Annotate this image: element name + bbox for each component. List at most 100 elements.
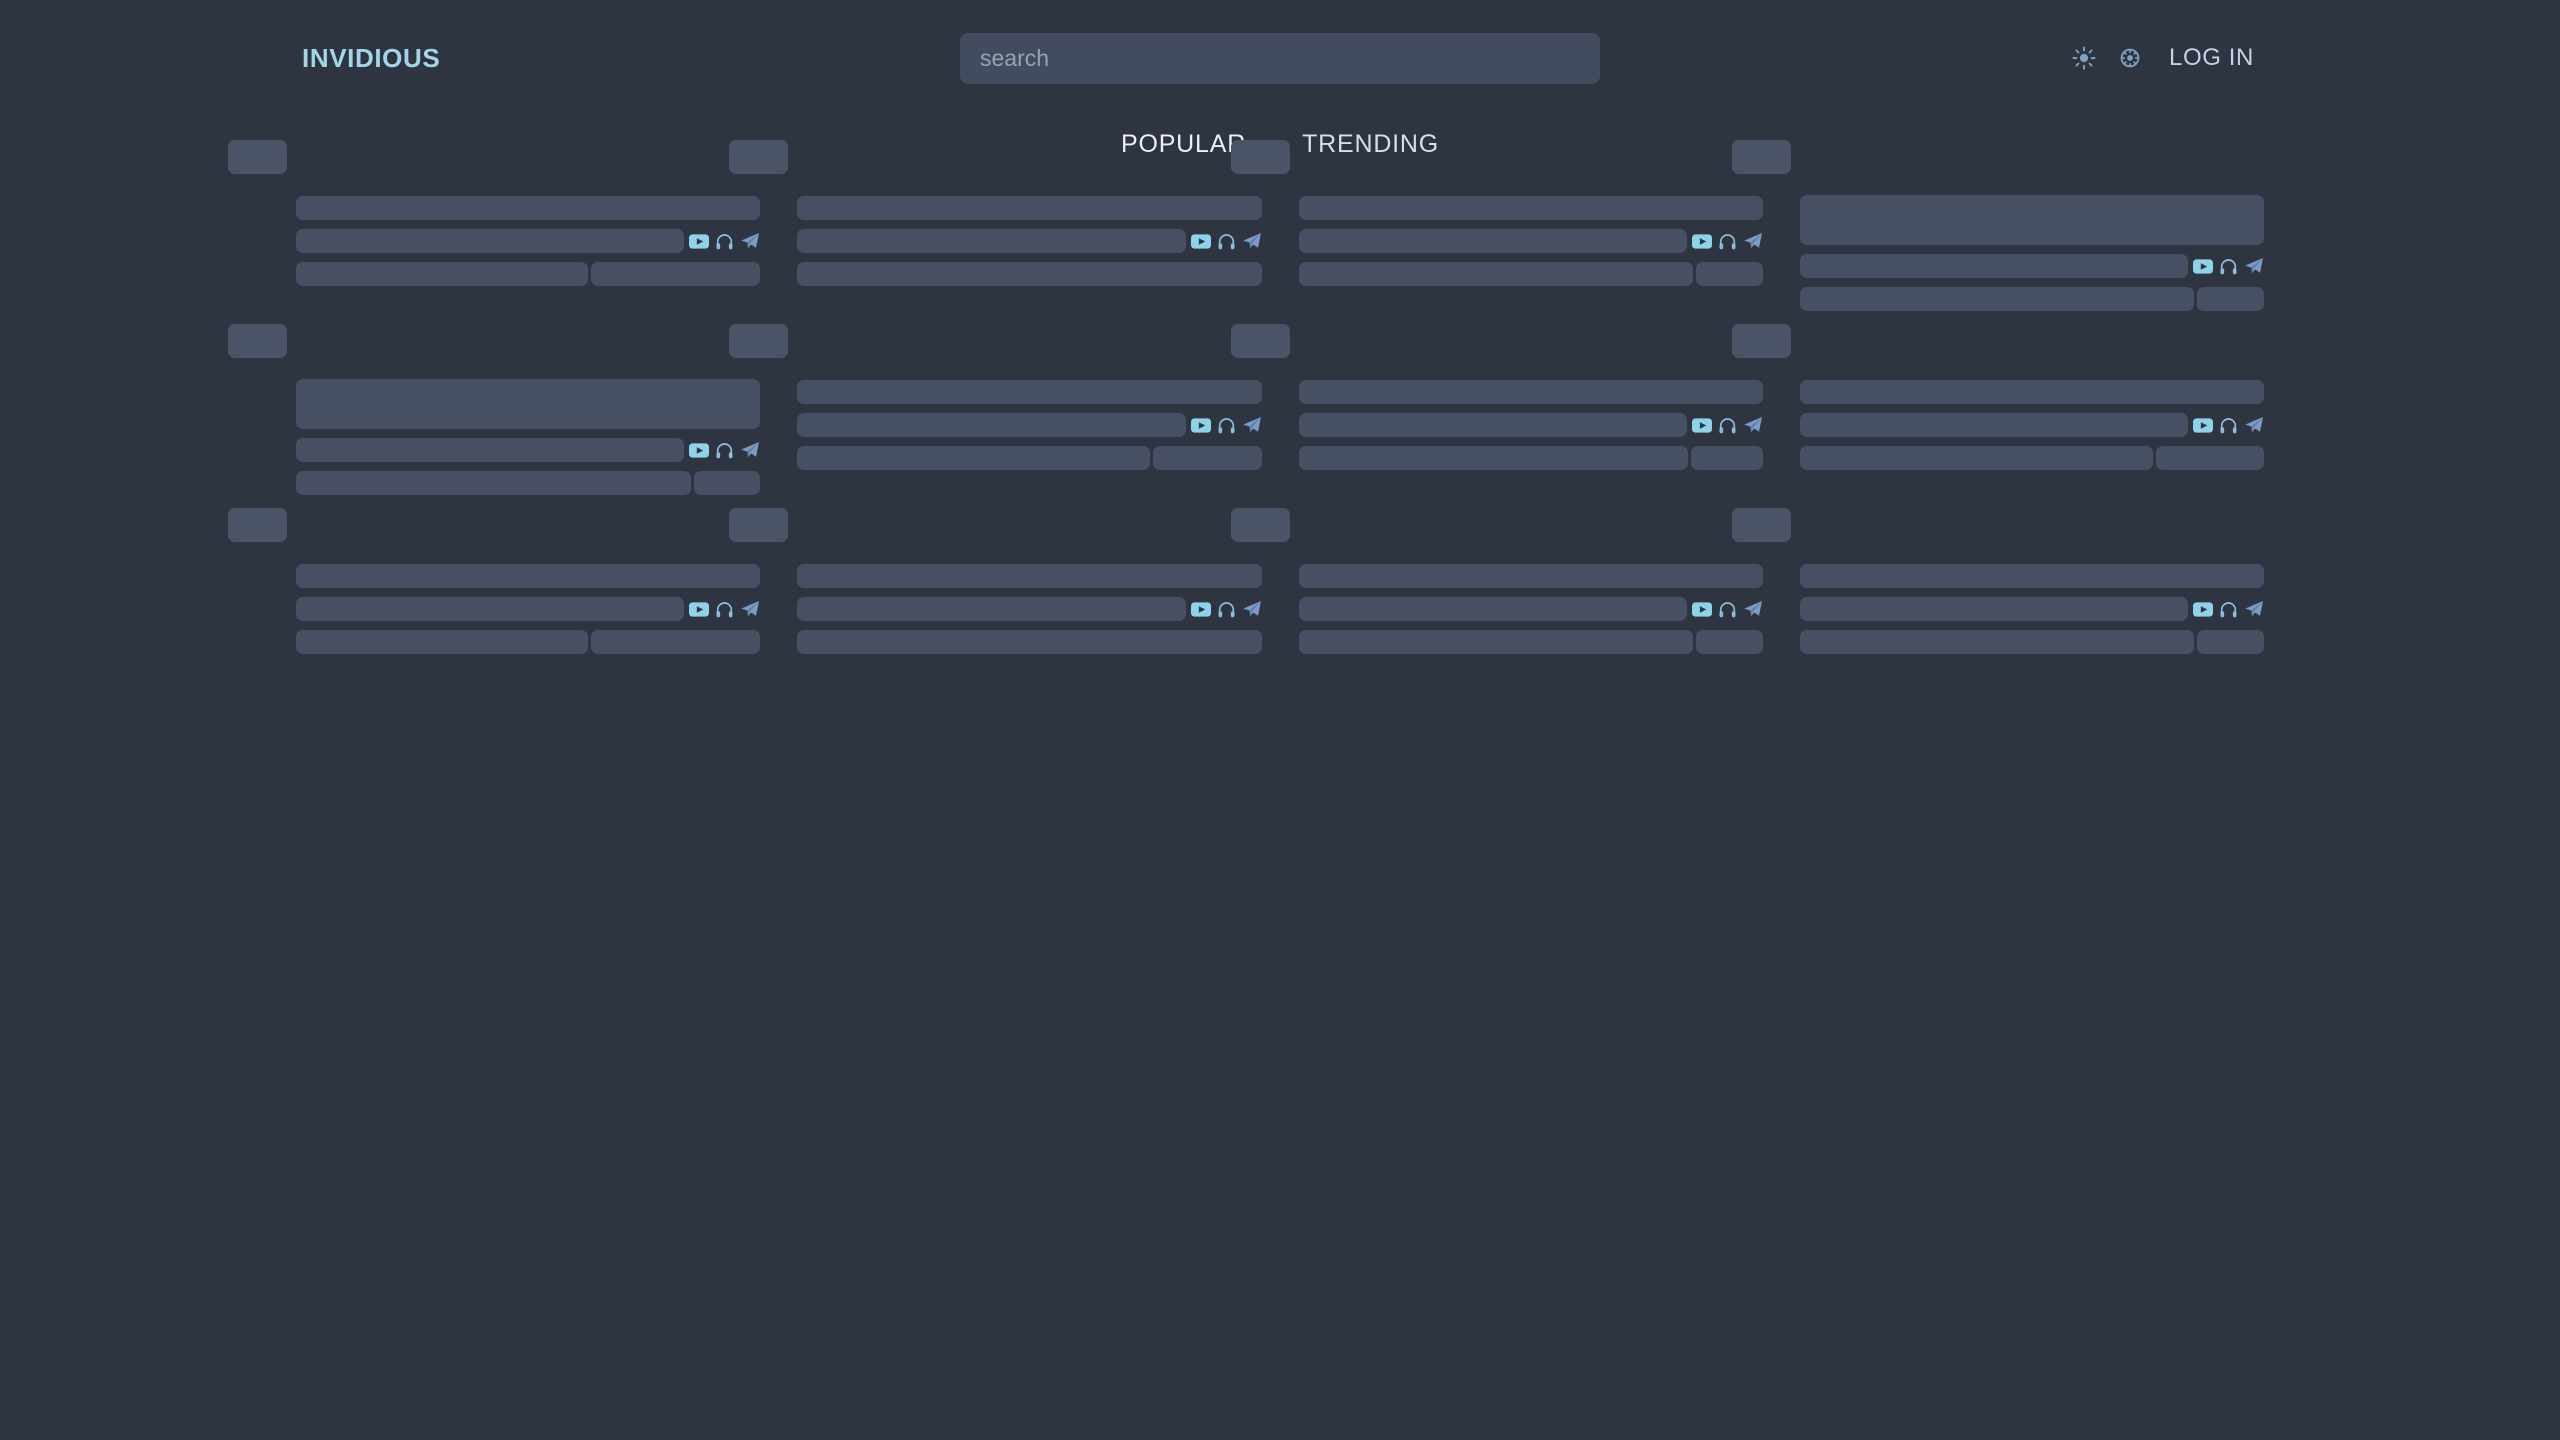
video-author-row: [797, 413, 1261, 437]
youtube-icon[interactable]: [2193, 417, 2213, 433]
video-author-placeholder: [1298, 597, 1687, 621]
paper-plane-icon[interactable]: [1743, 600, 1763, 618]
video-published-placeholder: [591, 630, 761, 654]
headphones-icon[interactable]: [1718, 416, 1737, 435]
video-title-placeholder: [1298, 380, 1763, 404]
login-link[interactable]: LOG IN: [2169, 44, 2254, 72]
video-card[interactable]: [1731, 140, 2264, 367]
gear-icon[interactable]: [2117, 45, 2143, 71]
video-author-placeholder: [296, 597, 685, 621]
video-meta: [296, 379, 761, 495]
headphones-icon[interactable]: [2219, 416, 2238, 435]
video-title-placeholder: [797, 380, 1262, 404]
video-meta: [797, 380, 1262, 470]
video-views-placeholder: [296, 262, 589, 286]
video-card[interactable]: [729, 508, 1262, 710]
headphones-icon[interactable]: [2219, 600, 2238, 619]
video-card[interactable]: [228, 508, 761, 710]
youtube-icon[interactable]: [689, 442, 710, 458]
video-meta: [797, 196, 1262, 286]
search-input[interactable]: [959, 32, 1600, 84]
video-action-icons: [684, 441, 760, 460]
headphones-icon[interactable]: [1718, 232, 1737, 251]
video-card[interactable]: [1731, 324, 2264, 526]
youtube-icon[interactable]: [1691, 233, 1712, 249]
video-card[interactable]: [228, 140, 761, 342]
video-stats-row: [1799, 287, 2264, 311]
video-action-icons: [1186, 416, 1262, 435]
headphones-icon[interactable]: [715, 600, 734, 619]
youtube-icon[interactable]: [1691, 417, 1712, 433]
headphones-icon[interactable]: [1217, 600, 1236, 619]
brand-logo[interactable]: INVIDIOUS: [302, 43, 440, 74]
headphones-icon[interactable]: [1217, 416, 1236, 435]
video-action-icons: [1687, 416, 1763, 435]
paper-plane-icon[interactable]: [1743, 416, 1763, 434]
paper-plane-icon[interactable]: [2244, 257, 2264, 275]
paper-plane-icon[interactable]: [1242, 600, 1262, 618]
video-card[interactable]: [729, 140, 1262, 342]
video-stats-row: [797, 262, 1262, 286]
video-card[interactable]: [1230, 324, 1763, 526]
paper-plane-icon[interactable]: [2244, 600, 2264, 618]
youtube-icon[interactable]: [1190, 233, 1211, 249]
youtube-icon[interactable]: [2193, 258, 2213, 274]
youtube-icon[interactable]: [1190, 601, 1211, 617]
sun-icon[interactable]: [2071, 45, 2097, 71]
paper-plane-icon[interactable]: [1743, 232, 1763, 250]
video-card[interactable]: [1731, 508, 2264, 710]
video-action-icons: [1186, 600, 1262, 619]
video-action-icons: [1687, 600, 1763, 619]
video-meta: [1799, 564, 2264, 654]
navbar: INVIDIOUS search LOG IN: [0, 0, 2560, 116]
video-action-icons: [2188, 257, 2264, 276]
youtube-icon[interactable]: [1190, 417, 1211, 433]
video-author-row: [296, 438, 760, 462]
paper-plane-icon[interactable]: [2244, 416, 2264, 434]
headphones-icon[interactable]: [2219, 257, 2238, 276]
youtube-icon[interactable]: [2193, 601, 2213, 617]
navbar-left: INVIDIOUS: [0, 43, 853, 74]
headphones-icon[interactable]: [1718, 600, 1737, 619]
video-author-row: [1799, 254, 2264, 278]
video-views-placeholder: [1799, 446, 2153, 470]
video-stats-row: [296, 630, 761, 654]
video-title-placeholder: [1799, 380, 2264, 404]
youtube-icon[interactable]: [689, 233, 710, 249]
video-title-placeholder: [1298, 564, 1763, 588]
video-views-placeholder: [797, 262, 1262, 286]
video-author-row: [296, 229, 760, 253]
youtube-icon[interactable]: [1691, 601, 1712, 617]
paper-plane-icon[interactable]: [740, 441, 760, 459]
video-action-icons: [2188, 600, 2264, 619]
paper-plane-icon[interactable]: [1242, 232, 1262, 250]
headphones-icon[interactable]: [1217, 232, 1236, 251]
video-author-placeholder: [797, 597, 1186, 621]
video-meta: [797, 564, 1262, 654]
headphones-icon[interactable]: [715, 232, 734, 251]
paper-plane-icon[interactable]: [740, 232, 760, 250]
video-card[interactable]: [729, 324, 1262, 526]
youtube-icon[interactable]: [689, 601, 710, 617]
video-action-icons: [1687, 232, 1763, 251]
navbar-center: [853, 32, 1706, 84]
headphones-icon[interactable]: [715, 441, 734, 460]
video-published-placeholder: [1696, 630, 1763, 654]
video-published-placeholder: [2197, 287, 2264, 311]
video-author-row: [1298, 597, 1763, 621]
video-author-placeholder: [1298, 229, 1687, 253]
paper-plane-icon[interactable]: [1242, 416, 1262, 434]
video-author-placeholder: [1799, 413, 2188, 437]
video-card[interactable]: [1230, 140, 1763, 342]
video-views-placeholder: [1298, 446, 1689, 470]
video-stats-row: [1298, 446, 1763, 470]
video-author-placeholder: [1298, 413, 1687, 437]
video-card[interactable]: [228, 324, 761, 551]
tab-trending[interactable]: TRENDING: [1298, 128, 1443, 161]
video-author-row: [1298, 229, 1763, 253]
video-stats-row: [797, 446, 1262, 470]
paper-plane-icon[interactable]: [740, 600, 760, 618]
video-stats-row: [1799, 446, 2264, 470]
video-card[interactable]: [1230, 508, 1763, 710]
video-views-placeholder: [1799, 630, 2195, 654]
